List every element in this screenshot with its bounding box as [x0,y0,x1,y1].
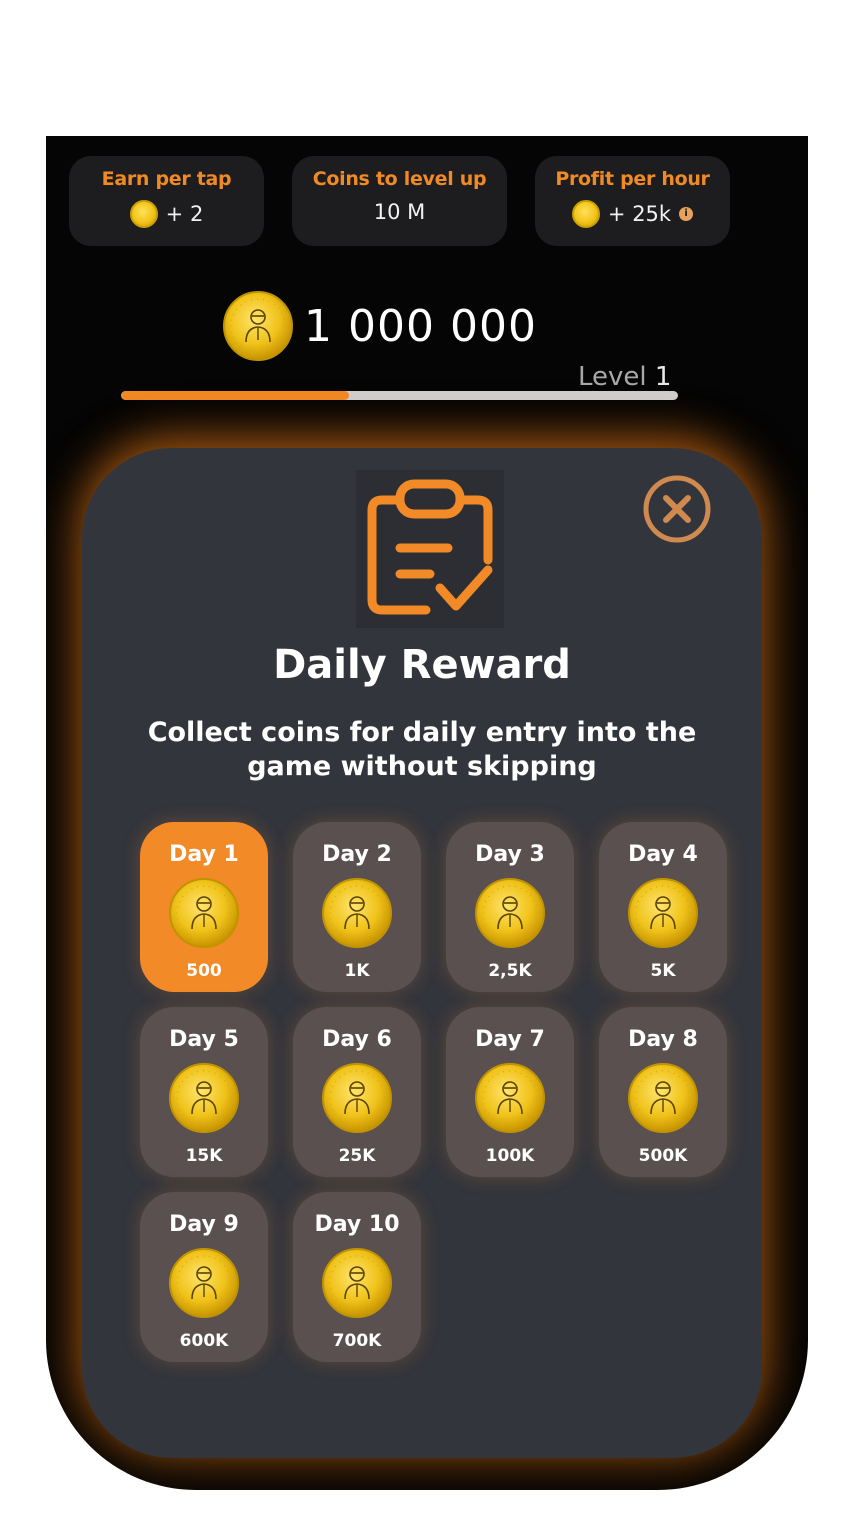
day-reward-amount: 100K [485,1146,535,1166]
day-reward-card[interactable]: Day 6 25K [293,1007,421,1177]
day-reward-card[interactable]: Day 10 700K [293,1192,421,1362]
stat-card-coins-to-level-up: Coins to level up 10 M [292,156,507,246]
day-reward-amount: 1K [344,961,370,981]
day-reward-card[interactable]: Day 1 500 [140,822,268,992]
coin-icon [571,200,600,228]
clipboard-check-icon [356,470,504,628]
game-screen: Earn per tap + 2 Coins to level up 10 M … [46,136,808,1490]
balance-value: 1 000 000 [304,300,537,352]
day-label: Day 2 [322,842,392,867]
day-label: Day 6 [322,1027,392,1052]
day-label: Day 1 [169,842,239,867]
stat-value: + 25k [607,202,672,226]
day-label: Day 4 [628,842,698,867]
coin-icon [222,290,294,362]
coin-balance: 1 000 000 [222,290,537,362]
level-label: Level 1 [578,362,672,392]
day-label: Day 3 [475,842,545,867]
level-number: 1 [654,362,672,392]
day-reward-amount: 600K [179,1331,229,1351]
level-progress-bar [121,391,678,400]
stat-card-earn-per-tap: Earn per tap + 2 [69,156,264,246]
coin-icon [321,1062,393,1134]
day-label: Day 9 [169,1212,239,1237]
close-icon[interactable] [642,474,712,544]
day-reward-amount: 500 [186,961,222,981]
coin-icon [627,1062,699,1134]
coin-icon [474,877,546,949]
day-reward-card[interactable]: Day 3 2,5K [446,822,574,992]
day-reward-amount: 500K [638,1146,688,1166]
day-label: Day 10 [314,1212,400,1237]
day-reward-card[interactable]: Day 7 100K [446,1007,574,1177]
stat-title: Coins to level up [312,168,487,190]
coin-icon [168,877,240,949]
day-reward-amount: 700K [332,1331,382,1351]
level-progress-fill [121,391,350,400]
stat-title: Earn per tap [101,168,232,190]
coin-icon [627,877,699,949]
coin-icon [321,1247,393,1319]
modal-title: Daily Reward [273,642,571,688]
info-icon[interactable]: i [679,207,694,221]
stat-card-profit-per-hour: Profit per hour + 25k i [535,156,730,246]
stat-value: 10 M [373,200,426,224]
modal-description: Collect coins for daily entry into the g… [147,717,697,782]
day-reward-card[interactable]: Day 5 15K [140,1007,268,1177]
day-label: Day 5 [169,1027,239,1052]
day-reward-card[interactable]: Day 8 500K [599,1007,727,1177]
day-reward-amount: 25K [338,1146,376,1166]
coin-icon [321,877,393,949]
coin-icon [129,200,158,228]
day-reward-card[interactable]: Day 9 600K [140,1192,268,1362]
stat-value: + 2 [165,202,204,226]
day-label: Day 7 [475,1027,545,1052]
day-reward-card[interactable]: Day 2 1K [293,822,421,992]
coin-icon [474,1062,546,1134]
day-reward-card[interactable]: Day 4 5K [599,822,727,992]
day-reward-amount: 15K [185,1146,223,1166]
day-reward-amount: 2,5K [488,961,532,981]
daily-reward-modal: Daily Reward Collect coins for daily ent… [82,448,762,1458]
stat-title: Profit per hour [555,168,710,190]
coin-icon [168,1247,240,1319]
day-reward-amount: 5K [650,961,676,981]
day-label: Day 8 [628,1027,698,1052]
coin-icon [168,1062,240,1134]
